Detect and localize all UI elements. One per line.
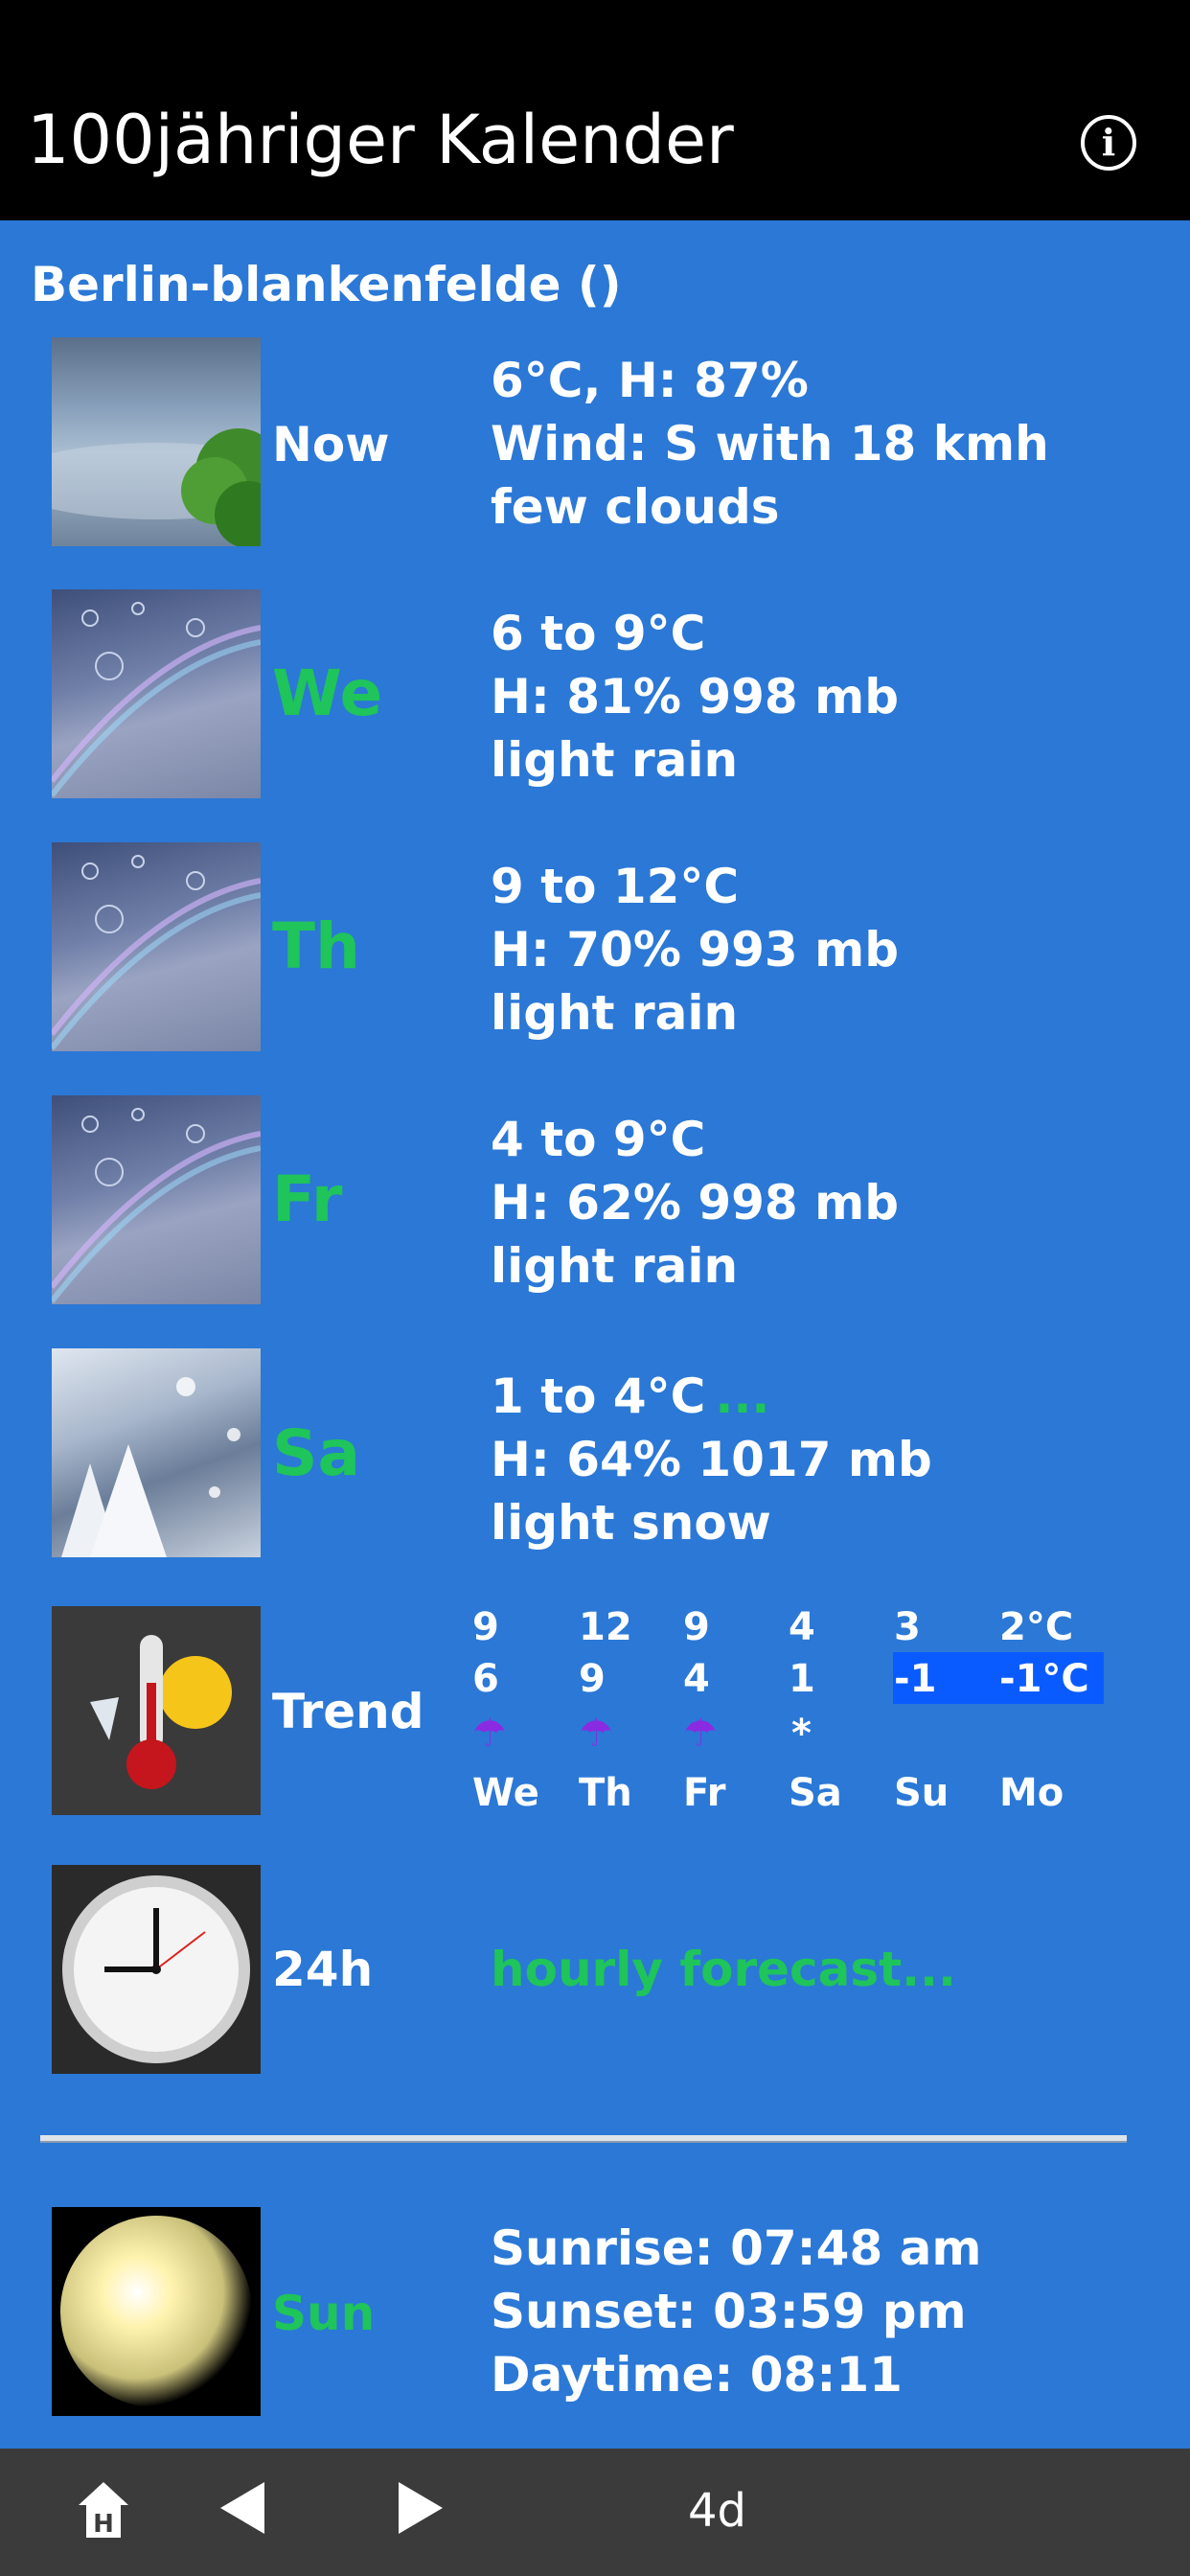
sun-details: Sunrise: 07:48 am Sunset: 03:59 pm Dayti… [491, 2217, 981, 2406]
detail-line: light rain [491, 732, 739, 788]
trend-low: 1 [789, 1657, 815, 1701]
trend-high: 2°C [999, 1605, 1074, 1649]
trend-low: 9 [579, 1657, 606, 1701]
detail-line: H: 81% 998 mb [491, 669, 900, 724]
clock-icon [52, 1865, 261, 2074]
snowflake-icon: * [791, 1712, 812, 1756]
trend-low: -1 [894, 1657, 937, 1701]
row-label-now: Now [272, 417, 390, 472]
trend-day: Mo [999, 1771, 1064, 1815]
umbrella-icon: ☂ [472, 1712, 507, 1756]
trend-high: 9 [683, 1605, 710, 1649]
row-label-sa: Sa [272, 1416, 361, 1490]
detail-line: 6 to 9°C [491, 606, 706, 661]
forward-icon[interactable] [395, 2480, 445, 2540]
sun-icon [52, 2207, 261, 2416]
daytime-text: Daytime: 08:11 [491, 2347, 903, 2403]
row-label-sun: Sun [272, 2286, 376, 2341]
home-icon[interactable]: H [77, 2480, 130, 2543]
svg-text:H: H [93, 2510, 114, 2539]
home-indicator [388, 2544, 802, 2554]
forecast-details: 4 to 9°C H: 62% 998 mb light rain [491, 1108, 899, 1298]
trend-high: 4 [789, 1605, 815, 1649]
bottom-toolbar [0, 2449, 1190, 2576]
partly-cloudy-thumbnail [52, 337, 261, 546]
trend-high: 9 [472, 1605, 499, 1649]
detail-line: Wind: S with 18 kmh [491, 416, 1049, 472]
trend-day: Sa [789, 1771, 842, 1815]
detail-line: few clouds [491, 479, 780, 535]
detail-line: H: 70% 993 mb [491, 922, 900, 978]
forecast-details: 9 to 12°C H: 70% 993 mb light rain [491, 855, 899, 1045]
trend-low: -1°C [999, 1657, 1089, 1701]
trend-low: 6 [472, 1657, 499, 1701]
snow-thumbnail [52, 1348, 261, 1557]
trend-day: We [472, 1771, 539, 1815]
forecast-details: 6 to 9°C H: 81% 998 mb light rain [491, 602, 899, 792]
detail-line: H: 64% 1017 mb [491, 1432, 932, 1487]
hourly-forecast-link[interactable]: hourly forecast... [491, 1942, 956, 1997]
more-link[interactable]: ... [715, 1368, 769, 1424]
trend-high: 3 [894, 1605, 921, 1649]
detail-line: 9 to 12°C [491, 859, 740, 914]
detail-line: light snow [491, 1495, 771, 1551]
rain-thumbnail [52, 842, 261, 1051]
back-icon[interactable] [218, 2480, 268, 2540]
section-divider [40, 2135, 1127, 2143]
location-title: Berlin-blankenfelde () [31, 257, 622, 312]
trend-high: 12 [579, 1605, 632, 1649]
info-icon[interactable]: i [1081, 115, 1136, 171]
detail-line: 6°C, H: 87% [491, 353, 809, 408]
umbrella-icon: ☂ [579, 1712, 613, 1756]
trend-day: Su [894, 1771, 950, 1815]
rain-thumbnail [52, 1095, 261, 1304]
forecast-range-4d[interactable]: 4d [688, 2484, 746, 2538]
trend-day: Fr [683, 1771, 726, 1815]
row-label-fr: Fr [272, 1162, 343, 1236]
umbrella-icon: ☂ [683, 1712, 718, 1756]
thermometer-sun-icon [52, 1606, 261, 1815]
detail-line: light rain [491, 1238, 739, 1294]
current-details: 6°C, H: 87% Wind: S with 18 kmh few clou… [491, 349, 1049, 539]
forecast-details: 1 to 4°C... H: 64% 1017 mb light snow [491, 1365, 932, 1554]
detail-line: light rain [491, 985, 739, 1041]
detail-line: 4 to 9°C [491, 1112, 706, 1167]
sunset-text: Sunset: 03:59 pm [491, 2284, 967, 2339]
sunrise-text: Sunrise: 07:48 am [491, 2220, 982, 2276]
rain-thumbnail [52, 589, 261, 798]
trend-day: Th [579, 1771, 632, 1815]
detail-line: H: 62% 998 mb [491, 1175, 900, 1230]
row-label-trend: Trend [272, 1684, 424, 1739]
row-label-we: We [272, 656, 383, 730]
row-label-th: Th [272, 909, 361, 983]
app-title: 100jähriger Kalender [27, 101, 734, 179]
row-label-24h: 24h [272, 1942, 374, 1997]
detail-line: 1 to 4°C [491, 1368, 706, 1424]
trend-low: 4 [683, 1657, 710, 1701]
